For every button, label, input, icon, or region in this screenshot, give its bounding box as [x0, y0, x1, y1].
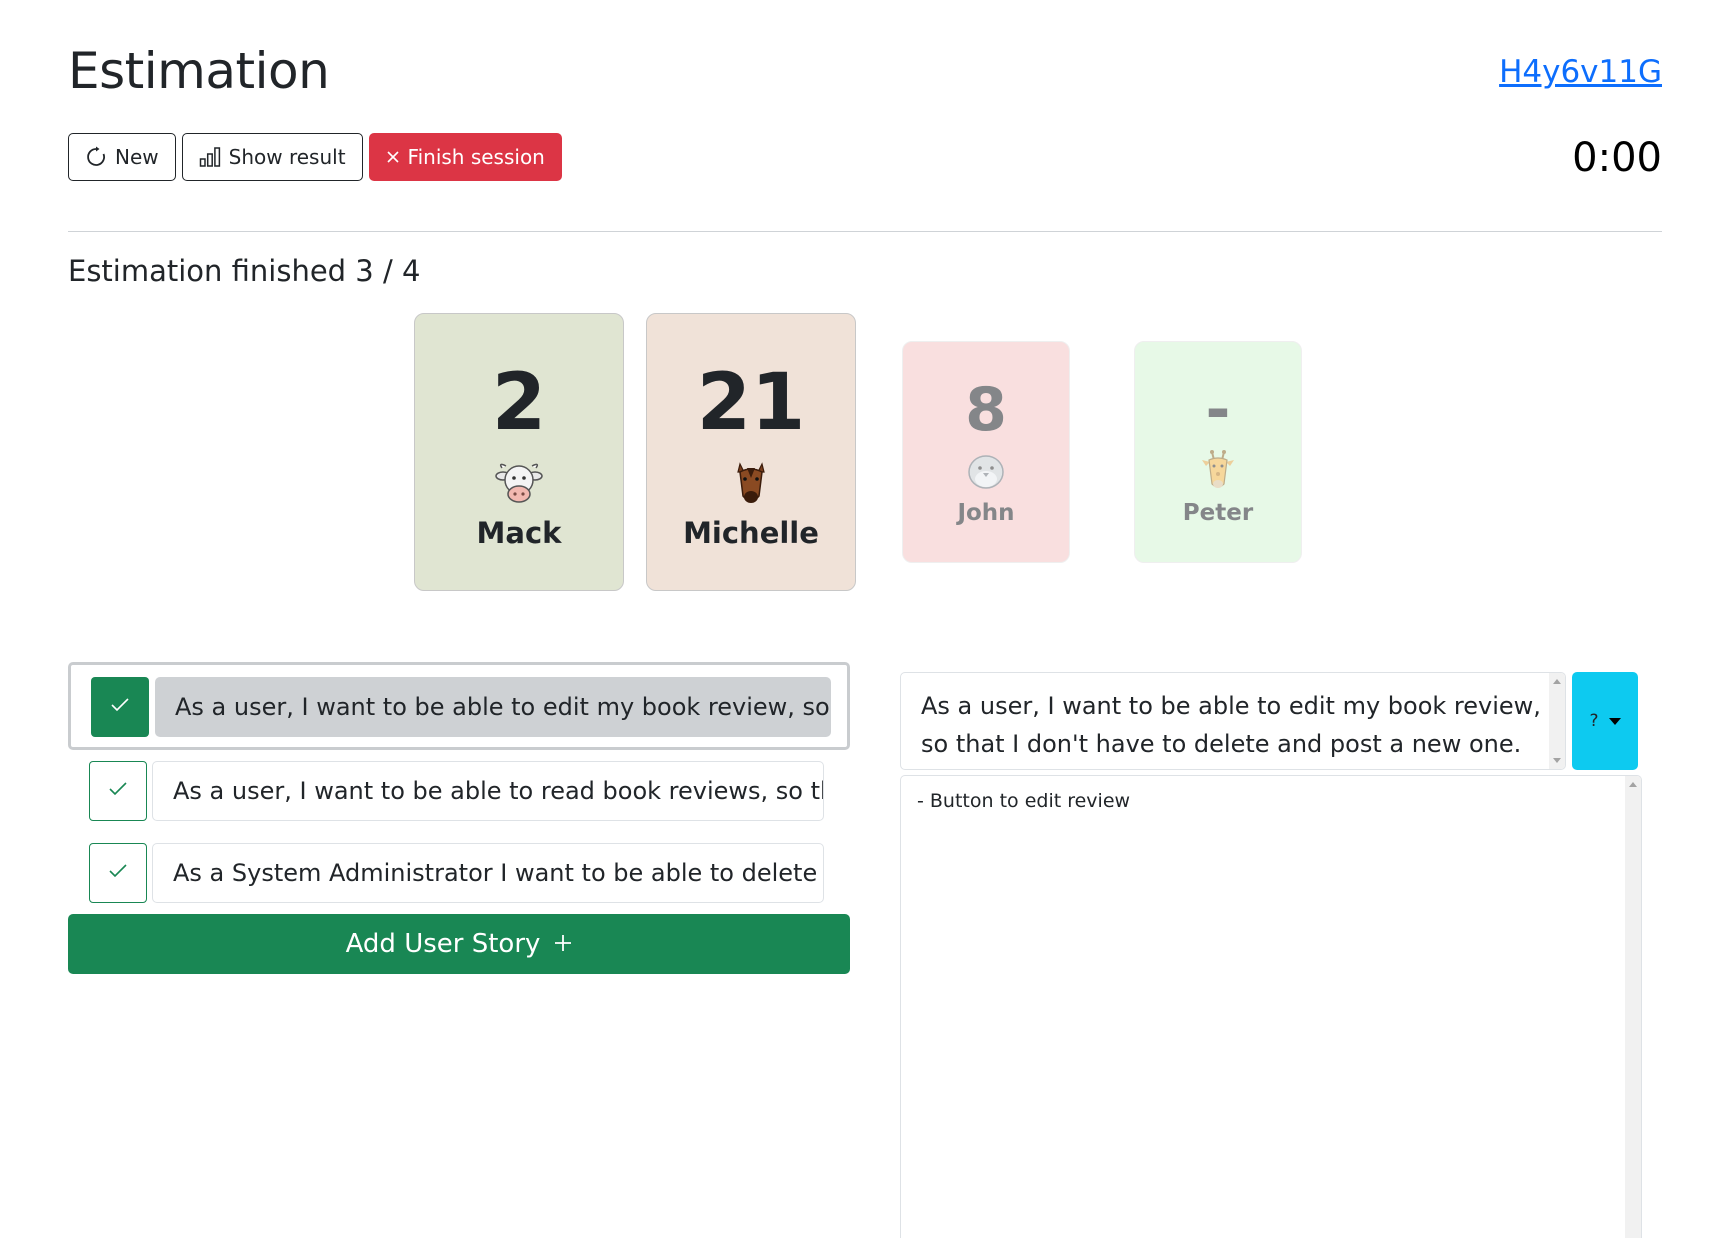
horse-icon — [726, 458, 776, 508]
estimate-value: ? — [1589, 711, 1599, 731]
story-text[interactable]: As a user, I want to be able to edit my … — [155, 677, 831, 737]
card-name: Peter — [1182, 500, 1254, 526]
story-description-textarea[interactable]: - Button to edit review — [900, 775, 1642, 1238]
scroll-up-icon — [1553, 679, 1561, 684]
bird-icon — [964, 448, 1008, 492]
participant-card-john: 8 John — [902, 341, 1070, 563]
story-select-button[interactable] — [89, 761, 147, 821]
description-scrollbar[interactable] — [1625, 776, 1641, 1238]
story-text[interactable]: As a user, I want to be able to read boo… — [152, 761, 824, 821]
close-icon — [386, 150, 400, 164]
page-title: Estimation — [68, 42, 330, 100]
estimate-dropdown[interactable]: ? — [1572, 672, 1638, 770]
session-timer: 0:00 — [1572, 135, 1662, 181]
card-value: 21 — [696, 358, 806, 448]
story-select-button[interactable] — [89, 843, 147, 903]
header-divider — [68, 231, 1662, 232]
participant-card-michelle: 21 Michelle — [646, 313, 856, 591]
refresh-icon — [85, 146, 107, 168]
new-button[interactable]: New — [68, 133, 176, 181]
estimation-status: Estimation finished 3 / 4 — [68, 254, 421, 288]
cow-icon — [494, 458, 544, 508]
story-description-text: - Button to edit review — [917, 790, 1131, 812]
participant-card-mack: 2 Mack — [414, 313, 624, 591]
toolbar: New Show result Finish session — [68, 133, 562, 181]
session-id-link[interactable]: H4y6v11G — [1499, 54, 1662, 90]
card-name: Mack — [476, 516, 562, 550]
check-icon — [108, 781, 128, 801]
story-item-active: As a user, I want to be able to edit my … — [68, 662, 850, 750]
scroll-up-icon — [1629, 782, 1637, 787]
story-title-scrollbar[interactable] — [1549, 673, 1565, 769]
card-name: John — [957, 500, 1015, 526]
card-value: 8 — [965, 375, 1007, 445]
show-result-button[interactable]: Show result — [181, 133, 363, 181]
plus-icon — [554, 929, 572, 959]
finish-session-label: Finish session — [407, 145, 545, 169]
participant-card-peter: - Peter — [1134, 341, 1302, 563]
bar-chart-icon — [199, 146, 221, 168]
scroll-down-icon — [1553, 758, 1561, 763]
giraffe-icon — [1196, 448, 1240, 492]
story-title-text: As a user, I want to be able to edit my … — [921, 692, 1541, 758]
add-user-story-label: Add User Story — [345, 929, 541, 959]
check-icon — [110, 697, 130, 717]
finish-session-button[interactable]: Finish session — [368, 133, 562, 181]
card-value: 2 — [491, 358, 547, 448]
story-text[interactable]: As a System Administrator I want to be a… — [152, 843, 824, 903]
card-value: - — [1205, 375, 1231, 445]
new-button-label: New — [115, 145, 159, 169]
card-name: Michelle — [683, 516, 819, 550]
story-select-button[interactable] — [91, 677, 149, 737]
show-result-label: Show result — [228, 145, 346, 169]
add-user-story-button[interactable]: Add User Story — [68, 914, 850, 974]
story-title-textarea[interactable]: As a user, I want to be able to edit my … — [900, 672, 1566, 770]
caret-down-icon — [1608, 717, 1621, 725]
check-icon — [108, 863, 128, 883]
